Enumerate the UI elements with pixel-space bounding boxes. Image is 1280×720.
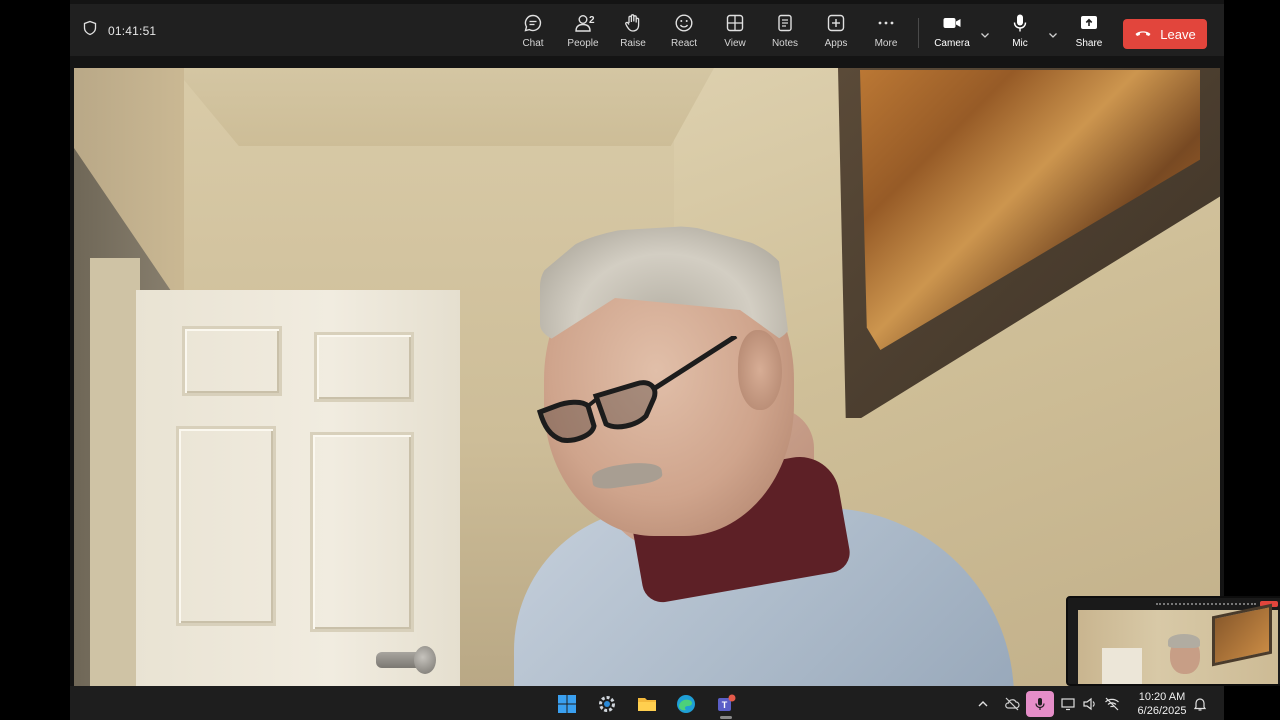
hand-icon [622,12,644,34]
view-label: View [724,38,746,49]
react-button[interactable]: React [659,12,709,52]
camera-options-chevron-icon[interactable] [979,28,991,40]
file-explorer-icon[interactable] [635,692,659,716]
remote-participant-video [74,68,1220,686]
raise-hand-button[interactable]: Raise [608,12,658,52]
windows-taskbar: T 10:20 AM 6/26/2025 [70,686,1224,720]
meeting-toolbar: 01:41:51 Chat 2 People Raise React View … [70,4,1224,56]
active-app-indicator [720,716,732,719]
more-button[interactable]: More [861,12,911,52]
chevron-up-icon[interactable] [975,696,991,712]
network-icon[interactable] [1104,696,1120,712]
people-label: People [567,38,599,49]
self-view-tile[interactable] [1066,596,1280,686]
clock-date: 6/26/2025 [1137,705,1187,717]
windows-start-icon[interactable] [555,692,579,716]
notification-icon[interactable] [1192,696,1208,712]
camera-label: Camera [934,38,970,49]
more-label: More [874,38,898,49]
shield-icon [82,20,98,41]
leave-button[interactable]: Leave [1123,19,1207,49]
mic-label: Mic [1012,38,1028,49]
self-view-video [1078,603,1278,684]
hang-up-phone-icon [1134,24,1152,45]
camera-button[interactable]: Camera [927,12,977,52]
system-clock[interactable]: 10:20 AM 6/26/2025 [1130,690,1194,718]
teams-meeting-window: 01:41:51 Chat 2 People Raise React View … [70,0,1280,686]
notes-label: Notes [771,38,799,49]
react-label: React [670,38,698,49]
microphone-icon [1009,12,1031,34]
room-door [136,290,460,686]
apps-button[interactable]: Apps [811,12,861,52]
chat-button[interactable]: Chat [508,12,558,52]
cloud-offline-icon[interactable] [1004,696,1020,712]
edge-browser-icon[interactable] [674,692,698,716]
apps-label: Apps [824,38,848,49]
grid-view-icon [724,12,746,34]
people-count-badge: 2 [589,15,595,26]
notes-icon [774,12,796,34]
toolbar-divider [918,18,919,48]
microphone-in-use-indicator[interactable] [1026,691,1054,717]
settings-icon[interactable] [595,692,619,716]
mic-button[interactable]: Mic [995,12,1045,52]
eyeglasses [536,336,738,443]
share-label: Share [1075,38,1103,49]
people-button[interactable]: 2 People [558,12,608,52]
microphone-icon [1033,697,1047,711]
add-app-icon [825,12,847,34]
ellipsis-icon [875,12,897,34]
leave-label: Leave [1160,26,1196,42]
teams-icon[interactable]: T [714,692,738,719]
clock-time: 10:20 AM [1138,691,1186,703]
video-camera-icon [941,12,963,34]
display-icon[interactable] [1060,696,1076,712]
raise-label: Raise [620,38,646,49]
share-button[interactable]: Share [1064,12,1114,52]
chat-label: Chat [522,38,544,49]
timer-text: 01:41:51 [108,23,157,38]
smiley-icon [673,12,695,34]
chat-icon [522,12,544,34]
view-button[interactable]: View [710,12,760,52]
svg-text:T: T [722,700,728,710]
notes-button[interactable]: Notes [760,12,810,52]
meeting-timer: 01:41:51 [82,20,156,41]
share-screen-icon [1078,12,1100,34]
speaker-icon[interactable] [1082,696,1098,712]
mic-options-chevron-icon[interactable] [1047,28,1059,40]
